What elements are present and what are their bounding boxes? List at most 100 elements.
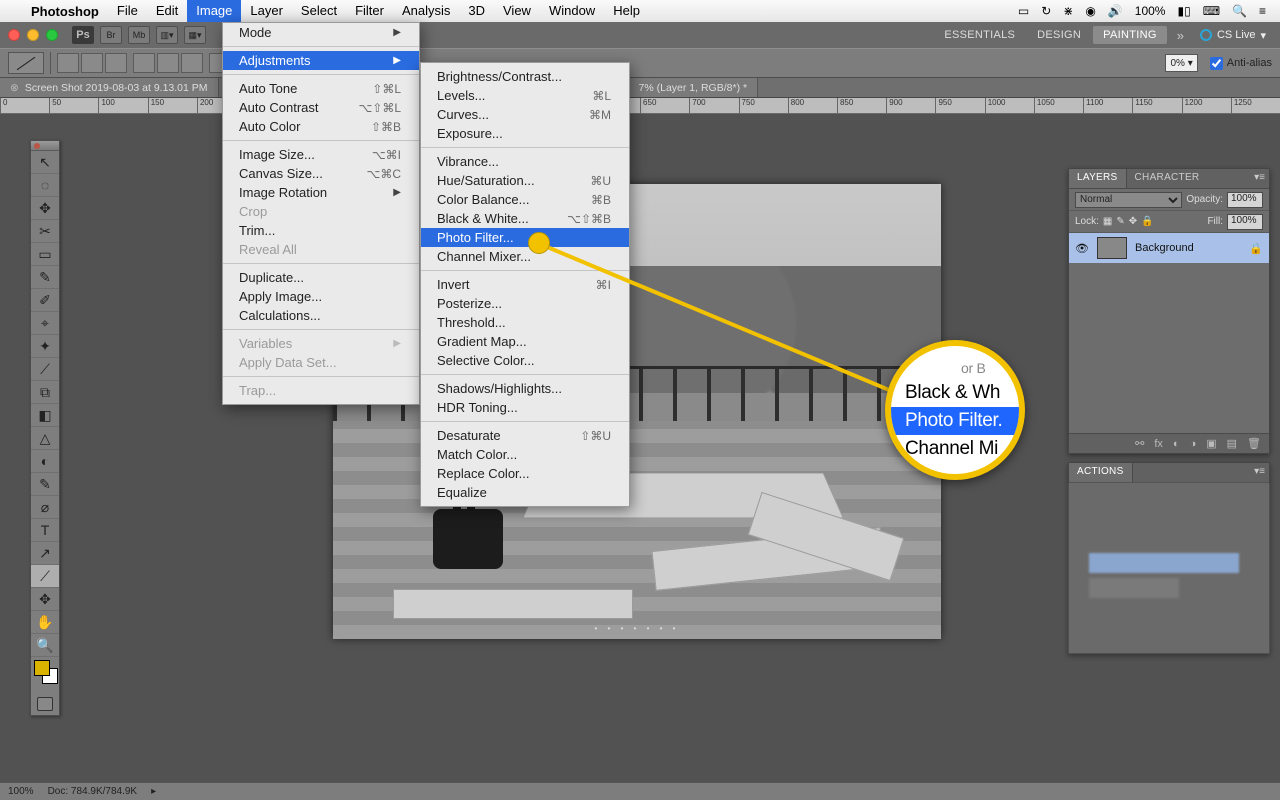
adj-bw[interactable]: Black & White...⌥⇧⌘B [421, 209, 629, 228]
toolbox-header[interactable] [31, 141, 59, 151]
adj-threshold[interactable]: Threshold... [421, 313, 629, 332]
adj-photo-filter[interactable]: Photo Filter... [421, 228, 629, 247]
mi-apply-image[interactable]: Apply Image... [223, 287, 419, 306]
menu-view[interactable]: View [494, 0, 540, 22]
mi-adjustments[interactable]: Adjustments▶ [223, 51, 419, 70]
lock-paint-icon[interactable]: ✎ [1116, 216, 1124, 227]
minibridge-button[interactable]: Mb [128, 26, 150, 44]
group-icon[interactable]: ▣ [1206, 437, 1216, 450]
mi-canvas-size[interactable]: Canvas Size...⌥⌘C [223, 164, 419, 183]
zoom-window[interactable] [46, 29, 58, 41]
adj-replace[interactable]: Replace Color... [421, 464, 629, 483]
tool-4[interactable]: ▭ [31, 243, 59, 266]
tool-3[interactable]: ✂ [31, 220, 59, 243]
doc-tab-2[interactable]: 7% (Layer 1, RGB/8*) * [629, 78, 759, 97]
tool-21[interactable]: 🔍 [31, 634, 59, 657]
adj-exposure[interactable]: Exposure... [421, 124, 629, 143]
mi-image-rotation[interactable]: Image Rotation▶ [223, 183, 419, 202]
panel-menu-icon[interactable]: ▾≡ [1254, 466, 1265, 477]
menu-select[interactable]: Select [292, 0, 346, 22]
tool-14[interactable]: ✎ [31, 473, 59, 496]
opacity-field[interactable]: 0% ▾ [1165, 54, 1197, 72]
adj-hue[interactable]: Hue/Saturation...⌘U [421, 171, 629, 190]
lock-pos-icon[interactable]: ✥ [1129, 216, 1137, 227]
tool-18[interactable]: ⟋ [31, 565, 59, 588]
status-arrow-icon[interactable]: ▸ [151, 786, 156, 797]
adj-levels[interactable]: Levels...⌘L [421, 86, 629, 105]
ws-painting[interactable]: PAINTING [1093, 26, 1167, 44]
color-swatches[interactable] [31, 657, 59, 693]
tool-0[interactable]: ↖ [31, 151, 59, 174]
menu-filter[interactable]: Filter [346, 0, 393, 22]
antialias-check[interactable]: Anti-alias [1210, 57, 1272, 70]
ws-essentials[interactable]: ESSENTIALS [934, 26, 1025, 44]
panel-menu-icon[interactable]: ▾≡ [1254, 172, 1265, 183]
link-icon[interactable]: ⚯ [1135, 437, 1144, 450]
fx-icon[interactable]: fx [1154, 438, 1163, 450]
menu-file[interactable]: File [108, 0, 147, 22]
mi-trim[interactable]: Trim... [223, 221, 419, 240]
screen-mode-button[interactable]: ▥▾ [156, 26, 178, 44]
tool-17[interactable]: ↗ [31, 542, 59, 565]
mi-auto-color[interactable]: Auto Color⇧⌘B [223, 117, 419, 136]
adj-channel-mixer[interactable]: Channel Mixer... [421, 247, 629, 266]
tool-19[interactable]: ✥ [31, 588, 59, 611]
tab-character[interactable]: CHARACTER [1127, 169, 1208, 188]
adjustment-icon[interactable]: ◑ [1190, 438, 1197, 450]
cs-live[interactable]: CS Live▾ [1194, 29, 1272, 42]
adj-color-balance[interactable]: Color Balance...⌘B [421, 190, 629, 209]
adj-gradient-map[interactable]: Gradient Map... [421, 332, 629, 351]
tool-16[interactable]: T [31, 519, 59, 542]
adj-selective[interactable]: Selective Color... [421, 351, 629, 370]
mi-calculations[interactable]: Calculations... [223, 306, 419, 325]
blend-mode[interactable]: Normal [1075, 192, 1182, 208]
tool-12[interactable]: △ [31, 427, 59, 450]
close-icon[interactable]: ⊗ [10, 82, 19, 94]
menu-help[interactable]: Help [604, 0, 649, 22]
menu-icon[interactable]: ≡ [1259, 4, 1266, 18]
mi-auto-contrast[interactable]: Auto Contrast⌥⇧⌘L [223, 98, 419, 117]
arrange-button[interactable]: ▦▾ [184, 26, 206, 44]
menu-image[interactable]: Image [187, 0, 241, 22]
tool-preset[interactable] [8, 52, 44, 74]
adj-shadows[interactable]: Shadows/Highlights... [421, 379, 629, 398]
tool-6[interactable]: ✐ [31, 289, 59, 312]
tool-2[interactable]: ✥ [31, 197, 59, 220]
mi-image-size[interactable]: Image Size...⌥⌘I [223, 145, 419, 164]
doc-tab-1[interactable]: ⊗Screen Shot 2019-08-03 at 9.13.01 PM [0, 78, 219, 97]
adj-invert[interactable]: Invert⌘I [421, 275, 629, 294]
mask-icon[interactable]: ◐ [1173, 438, 1180, 450]
tool-7[interactable]: ⌖ [31, 312, 59, 335]
adj-hdr[interactable]: HDR Toning... [421, 398, 629, 417]
new-layer-icon[interactable]: ▤ [1227, 437, 1237, 450]
join-options[interactable] [133, 53, 203, 73]
menu-layer[interactable]: Layer [241, 0, 292, 22]
tool-9[interactable]: ⟋ [31, 358, 59, 381]
lock-trans-icon[interactable]: ▦ [1103, 216, 1112, 227]
adj-brightness[interactable]: Brightness/Contrast... [421, 67, 629, 86]
tool-8[interactable]: ✦ [31, 335, 59, 358]
menu-edit[interactable]: Edit [147, 0, 187, 22]
tool-20[interactable]: ✋ [31, 611, 59, 634]
zoom-level[interactable]: 100% [8, 786, 34, 797]
visibility-icon[interactable]: 👁 [1075, 242, 1089, 255]
tab-layers[interactable]: LAYERS [1069, 169, 1127, 188]
tool-11[interactable]: ◧ [31, 404, 59, 427]
quickmask-button[interactable] [31, 693, 59, 715]
cap-options[interactable] [57, 53, 127, 73]
adj-curves[interactable]: Curves...⌘M [421, 105, 629, 124]
tab-actions[interactable]: ACTIONS [1069, 463, 1133, 482]
mi-auto-tone[interactable]: Auto Tone⇧⌘L [223, 79, 419, 98]
menu-analysis[interactable]: Analysis [393, 0, 459, 22]
tool-5[interactable]: ✎ [31, 266, 59, 289]
tool-10[interactable]: ⧉ [31, 381, 59, 404]
menu-window[interactable]: Window [540, 0, 604, 22]
adj-match[interactable]: Match Color... [421, 445, 629, 464]
layer-row-background[interactable]: 👁 Background 🔒 [1069, 233, 1269, 263]
minimize-window[interactable] [27, 29, 39, 41]
adj-equalize[interactable]: Equalize [421, 483, 629, 502]
close-window[interactable] [8, 29, 20, 41]
tool-1[interactable]: ◌ [31, 174, 59, 197]
bridge-button[interactable]: Br [100, 26, 122, 44]
mi-mode[interactable]: Mode▶ [223, 23, 419, 42]
